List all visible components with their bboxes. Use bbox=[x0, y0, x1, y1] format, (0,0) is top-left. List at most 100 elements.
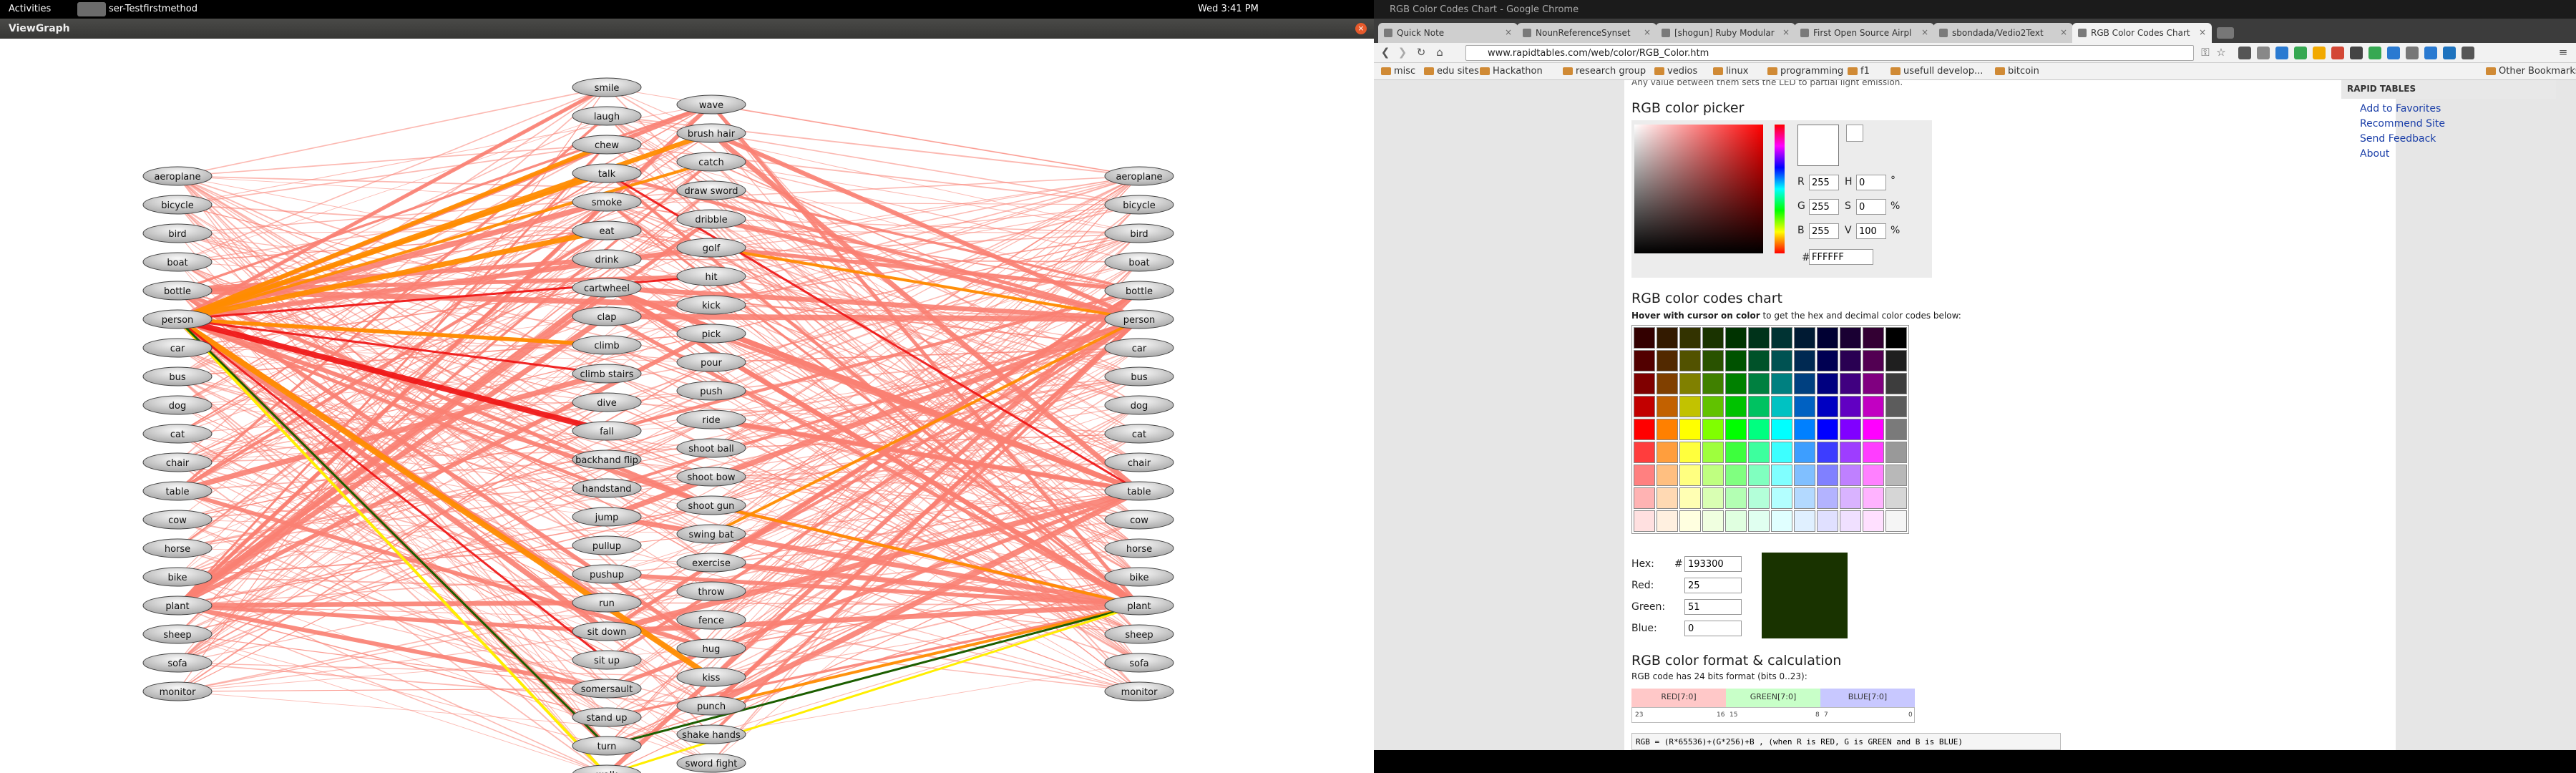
color-cell[interactable] bbox=[1702, 510, 1724, 532]
graph-node[interactable]: sofa bbox=[142, 653, 213, 673]
color-cell[interactable] bbox=[1657, 327, 1678, 349]
sidebar-link[interactable]: About bbox=[2360, 148, 2389, 160]
extension-icon[interactable] bbox=[2462, 47, 2474, 59]
color-cell[interactable] bbox=[1817, 465, 1838, 486]
previous-color-swatch[interactable] bbox=[1846, 125, 1863, 142]
color-cell[interactable] bbox=[1817, 327, 1838, 349]
graph-node[interactable]: fall bbox=[572, 421, 642, 441]
color-cell[interactable] bbox=[1748, 442, 1770, 463]
key-icon[interactable]: ⚿ bbox=[2198, 46, 2212, 60]
color-cell[interactable] bbox=[1748, 487, 1770, 509]
graph-node[interactable]: cow bbox=[1104, 510, 1174, 530]
tab-close-icon[interactable]: × bbox=[1921, 27, 1928, 37]
color-cell[interactable] bbox=[1702, 487, 1724, 509]
browser-tab[interactable]: [shogun] Ruby Modular × bbox=[1656, 23, 1795, 43]
color-cell[interactable] bbox=[1794, 510, 1815, 532]
color-cell[interactable] bbox=[1885, 487, 1907, 509]
graph-node[interactable]: monitor bbox=[142, 681, 213, 701]
color-cell[interactable] bbox=[1794, 350, 1815, 371]
color-cell[interactable] bbox=[1725, 465, 1747, 486]
color-cell[interactable] bbox=[1794, 442, 1815, 463]
color-cell[interactable] bbox=[1885, 350, 1907, 371]
color-cell[interactable] bbox=[1748, 373, 1770, 394]
color-cell[interactable] bbox=[1840, 419, 1861, 440]
color-cell[interactable] bbox=[1885, 465, 1907, 486]
graph-node[interactable]: car bbox=[142, 338, 213, 358]
graph-node[interactable]: bicycle bbox=[142, 195, 213, 215]
graph-node[interactable]: chair bbox=[142, 452, 213, 472]
graph-node[interactable]: cow bbox=[142, 510, 213, 530]
color-cell[interactable] bbox=[1771, 373, 1792, 394]
graph-node[interactable]: shake hands bbox=[676, 724, 746, 744]
color-cell[interactable] bbox=[1817, 442, 1838, 463]
color-cell[interactable] bbox=[1840, 350, 1861, 371]
v-field[interactable]: 100 bbox=[1856, 223, 1886, 239]
color-cell[interactable] bbox=[1679, 442, 1701, 463]
graph-node[interactable]: climb bbox=[572, 335, 642, 355]
graph-node[interactable]: clap bbox=[572, 306, 642, 326]
color-cell[interactable] bbox=[1702, 465, 1724, 486]
hue-slider[interactable] bbox=[1775, 125, 1785, 253]
graph-node[interactable]: pick bbox=[676, 324, 746, 344]
address-bar[interactable]: www.rapidtables.com/web/color/RGB_Color.… bbox=[1465, 45, 2194, 61]
color-cell[interactable] bbox=[1657, 373, 1678, 394]
graph-node[interactable]: chair bbox=[1104, 452, 1174, 472]
color-cell[interactable] bbox=[1634, 396, 1655, 417]
color-cell[interactable] bbox=[1657, 419, 1678, 440]
graph-node[interactable]: chew bbox=[572, 135, 642, 155]
extension-icon[interactable] bbox=[2387, 47, 2400, 59]
color-cell[interactable] bbox=[1794, 327, 1815, 349]
graph-node[interactable]: run bbox=[572, 593, 642, 613]
graph-node[interactable]: backhand flip bbox=[572, 449, 642, 470]
graph-node[interactable]: drink bbox=[572, 249, 642, 269]
color-cell[interactable] bbox=[1657, 510, 1678, 532]
graph-node[interactable]: throw bbox=[676, 581, 746, 601]
extension-icon[interactable] bbox=[2406, 47, 2419, 59]
new-tab-button[interactable] bbox=[2217, 27, 2234, 39]
color-cell[interactable] bbox=[1885, 373, 1907, 394]
color-cell[interactable] bbox=[1863, 396, 1884, 417]
color-cell[interactable] bbox=[1771, 442, 1792, 463]
color-cell[interactable] bbox=[1748, 465, 1770, 486]
g-field[interactable]: 255 bbox=[1809, 199, 1839, 215]
star-icon[interactable]: ☆ bbox=[2214, 46, 2228, 60]
graph-node[interactable]: handstand bbox=[572, 478, 642, 498]
graph-node[interactable]: brush hair bbox=[676, 123, 746, 143]
color-cell[interactable] bbox=[1885, 442, 1907, 463]
graph-node[interactable]: kick bbox=[676, 295, 746, 315]
graph-node[interactable]: punch bbox=[676, 696, 746, 716]
color-cell[interactable] bbox=[1863, 419, 1884, 440]
r-field[interactable]: 255 bbox=[1809, 175, 1839, 190]
graph-node[interactable]: sit down bbox=[572, 621, 642, 641]
graph-node[interactable]: bus bbox=[142, 366, 213, 386]
color-cell[interactable] bbox=[1748, 350, 1770, 371]
graph-node[interactable]: bottle bbox=[142, 281, 213, 301]
h-field[interactable]: 0 bbox=[1856, 175, 1886, 190]
color-cell[interactable] bbox=[1657, 350, 1678, 371]
graph-node[interactable]: bird bbox=[142, 223, 213, 243]
color-cell[interactable] bbox=[1679, 487, 1701, 509]
graph-node[interactable]: turn bbox=[572, 736, 642, 756]
color-cell[interactable] bbox=[1817, 419, 1838, 440]
extension-icon[interactable] bbox=[2294, 47, 2307, 59]
color-cell[interactable] bbox=[1702, 396, 1724, 417]
color-cell[interactable] bbox=[1725, 510, 1747, 532]
graph-node[interactable]: sheep bbox=[1104, 624, 1174, 644]
graph-node[interactable]: pushup bbox=[572, 564, 642, 584]
saturation-value-square[interactable] bbox=[1634, 125, 1763, 253]
color-cell[interactable] bbox=[1679, 465, 1701, 486]
blue-field[interactable]: 0 bbox=[1684, 621, 1742, 636]
extension-icon[interactable] bbox=[2238, 47, 2251, 59]
bookmark-folder[interactable]: linux bbox=[1713, 66, 1748, 77]
graph-node[interactable]: monitor bbox=[1104, 681, 1174, 701]
color-cell[interactable] bbox=[1863, 373, 1884, 394]
color-cell[interactable] bbox=[1634, 510, 1655, 532]
color-cell[interactable] bbox=[1679, 327, 1701, 349]
graph-node[interactable]: person bbox=[142, 309, 213, 329]
b-field[interactable]: 255 bbox=[1809, 223, 1839, 239]
graph-node[interactable]: bike bbox=[142, 567, 213, 587]
bookmark-folder[interactable]: bitcoin bbox=[1995, 66, 2039, 77]
color-cell[interactable] bbox=[1794, 419, 1815, 440]
reload-icon[interactable]: ↻ bbox=[1414, 46, 1428, 60]
color-cell[interactable] bbox=[1771, 396, 1792, 417]
